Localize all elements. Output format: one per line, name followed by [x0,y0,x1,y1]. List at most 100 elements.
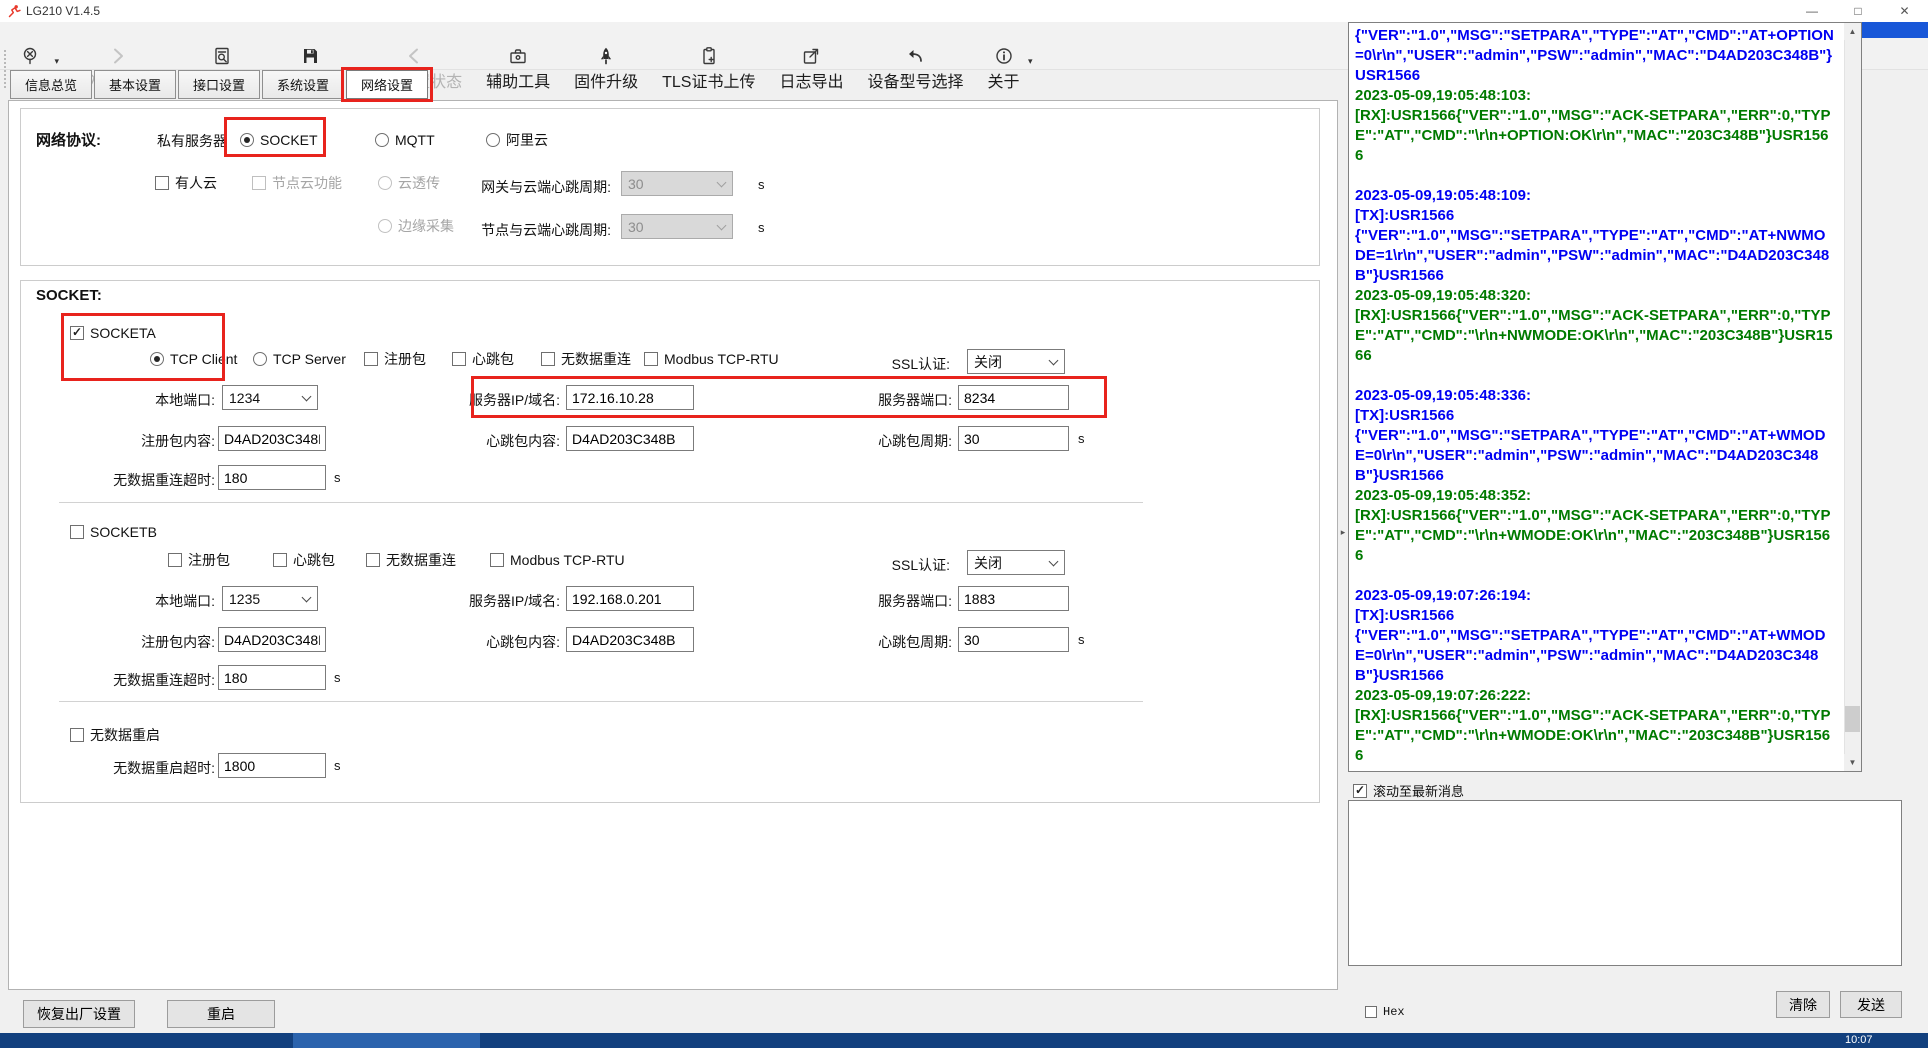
socketa-server-ip-input[interactable] [566,385,694,410]
socketb-ssl-select[interactable]: 关闭 [967,550,1065,575]
taskbar-active-app[interactable] [293,1033,480,1048]
socketa-heartbeat-content-input[interactable] [566,426,694,451]
radio-icon[interactable] [253,352,267,366]
socketa-ssl-select[interactable]: 关闭 [967,349,1065,374]
toolbar-aux-tools-button[interactable]: 辅助工具 [486,46,550,92]
socketa-no-data-reconnect-checkbox[interactable]: 无数据重连 [541,350,631,367]
log-line: 2023-05-09,19:05:48:320: [1355,286,1835,306]
toolbar-firmware-upgrade-button[interactable]: 固件升级 [574,46,638,92]
protocol-socket-radio[interactable]: SOCKET [240,131,318,148]
socketb-reconnect-timeout-input[interactable] [218,665,326,690]
socketb-enable-checkbox[interactable]: SOCKETB [70,523,157,540]
checkbox-icon[interactable] [273,553,287,567]
checkbox-icon[interactable] [366,553,380,567]
log-scrollbar[interactable] [1844,23,1861,771]
dropdown-caret-icon[interactable]: ▾ [54,56,59,67]
socketa-register-packet-checkbox[interactable]: 注册包 [364,350,426,367]
toolbar-log-export-button[interactable]: 日志导出 [779,46,843,92]
checkbox-icon[interactable] [490,553,504,567]
scrollbar-thumb[interactable] [1845,706,1860,732]
log-output[interactable]: {"VER":"1.0","MSG":"SETPARA","TYPE":"AT"… [1348,22,1862,772]
radio-icon[interactable] [240,133,254,147]
checkbox-icon[interactable] [155,176,169,190]
checkbox-icon[interactable] [168,553,182,567]
socketa-heartbeat-period-input[interactable] [958,426,1069,451]
checkbox-icon[interactable] [1353,784,1367,798]
socketa-register-content-input[interactable] [218,426,326,451]
heartbeat-packet-label: 心跳包 [293,550,335,570]
checkbox-icon[interactable] [452,352,466,366]
clear-button[interactable]: 清除 [1776,991,1830,1018]
radio-icon[interactable] [486,133,500,147]
socketb-heartbeat-content-input[interactable] [566,627,694,652]
checkbox-icon[interactable] [644,352,658,366]
socketb-ssl-label: SSL认证: [770,555,950,575]
protocol-mqtt-radio[interactable]: MQTT [375,131,435,148]
socketb-register-content-input[interactable] [218,627,326,652]
socketb-heartbeat-packet-checkbox[interactable]: 心跳包 [273,551,335,568]
scroll-down-icon[interactable]: ▼ [1844,754,1861,771]
no-data-restart-timeout-label: 无数据重启超时: [35,758,215,778]
scroll-up-icon[interactable]: ▲ [1844,23,1861,40]
private-server-label: 私有服务器 [157,131,227,151]
socketa-tcp-client-radio[interactable]: TCP Client [150,350,237,367]
checkbox-icon[interactable] [1365,1006,1377,1018]
socketb-server-port-label: 服务器端口: [770,591,952,611]
toolbar-label: 辅助工具 [486,68,550,92]
close-button[interactable]: ✕ [1881,0,1928,22]
chevron-down-icon [302,593,312,603]
no-data-restart-timeout-input[interactable] [218,753,326,778]
toolbar-grip[interactable] [4,50,6,88]
socketb-modbus-checkbox[interactable]: Modbus TCP-RTU [490,551,625,568]
socketa-server-port-input[interactable] [958,385,1069,410]
toolbar-device-model-select-button[interactable]: 设备型号选择 [867,46,963,92]
socketa-modbus-checkbox[interactable]: Modbus TCP-RTU [644,350,779,367]
socketa-reconnect-timeout-input[interactable] [218,465,326,490]
socketa-enable-checkbox[interactable]: SOCKETA [70,324,156,341]
tab-interface-settings[interactable]: 接口设置 [178,70,260,99]
factory-reset-button[interactable]: 恢复出厂设置 [23,1000,135,1028]
send-input[interactable] [1348,800,1902,966]
minimize-button[interactable]: — [1789,0,1835,22]
hex-checkbox[interactable]: Hex [1365,1003,1405,1020]
usr-cloud-checkbox[interactable]: 有人云 [155,174,217,191]
send-button[interactable]: 发送 [1840,991,1902,1018]
checkbox-icon[interactable] [70,326,84,340]
scroll-to-latest-checkbox[interactable]: 滚动至最新消息 [1353,782,1464,799]
log-line [1355,366,1835,386]
tab-info-overview[interactable]: 信息总览 [10,70,92,99]
socketa-heartbeat-packet-checkbox[interactable]: 心跳包 [452,350,514,367]
socketb-heartbeat-period-input[interactable] [958,627,1069,652]
socketa-local-port-combo[interactable]: 1234 [222,385,318,410]
socketb-server-ip-input[interactable] [566,586,694,611]
checkbox-icon[interactable] [364,352,378,366]
socketb-heartbeat-period-label: 心跳包周期: [770,632,952,652]
toolbar-label: 日志导出 [779,68,843,92]
dropdown-caret-icon[interactable]: ▾ [1028,56,1033,67]
tab-network-settings[interactable]: 网络设置 [346,70,428,99]
radio-icon[interactable] [150,352,164,366]
socketb-server-port-input[interactable] [958,586,1069,611]
toolbar-label: 固件升级 [574,68,638,92]
socketb-local-port-combo[interactable]: 1235 [222,586,318,611]
restart-button[interactable]: 重启 [167,1000,275,1028]
socketb-no-data-reconnect-checkbox[interactable]: 无数据重连 [366,551,456,568]
log-line: [RX]:USR1566{"VER":"1.0","MSG":"ACK-SETP… [1355,506,1835,566]
checkbox-icon[interactable] [70,728,84,742]
socketb-register-packet-checkbox[interactable]: 注册包 [168,551,230,568]
no-data-restart-checkbox[interactable]: 无数据重启 [70,726,160,743]
protocol-alicloud-radio[interactable]: 阿里云 [486,131,548,148]
save-floppy-icon [300,46,320,66]
tab-basic-settings[interactable]: 基本设置 [94,70,176,99]
checkbox-icon[interactable] [541,352,555,366]
toolbar-about-button[interactable]: 关于 ▾ [988,46,1020,92]
toolbar-tls-cert-upload-button[interactable]: TLS证书上传 [662,46,755,92]
maximize-button[interactable]: □ [1835,0,1881,22]
gateway-heartbeat-select: 30 [621,171,733,196]
tab-system-settings[interactable]: 系统设置 [262,70,344,99]
radio-icon[interactable] [375,133,389,147]
checkbox-icon[interactable] [70,525,84,539]
panel-splitter-handle[interactable]: ▸ [1338,512,1348,552]
socketa-tcp-server-radio[interactable]: TCP Server [253,350,346,367]
log-line: [RX]:USR1566{"VER":"1.0","MSG":"ACK-SETP… [1355,106,1835,166]
